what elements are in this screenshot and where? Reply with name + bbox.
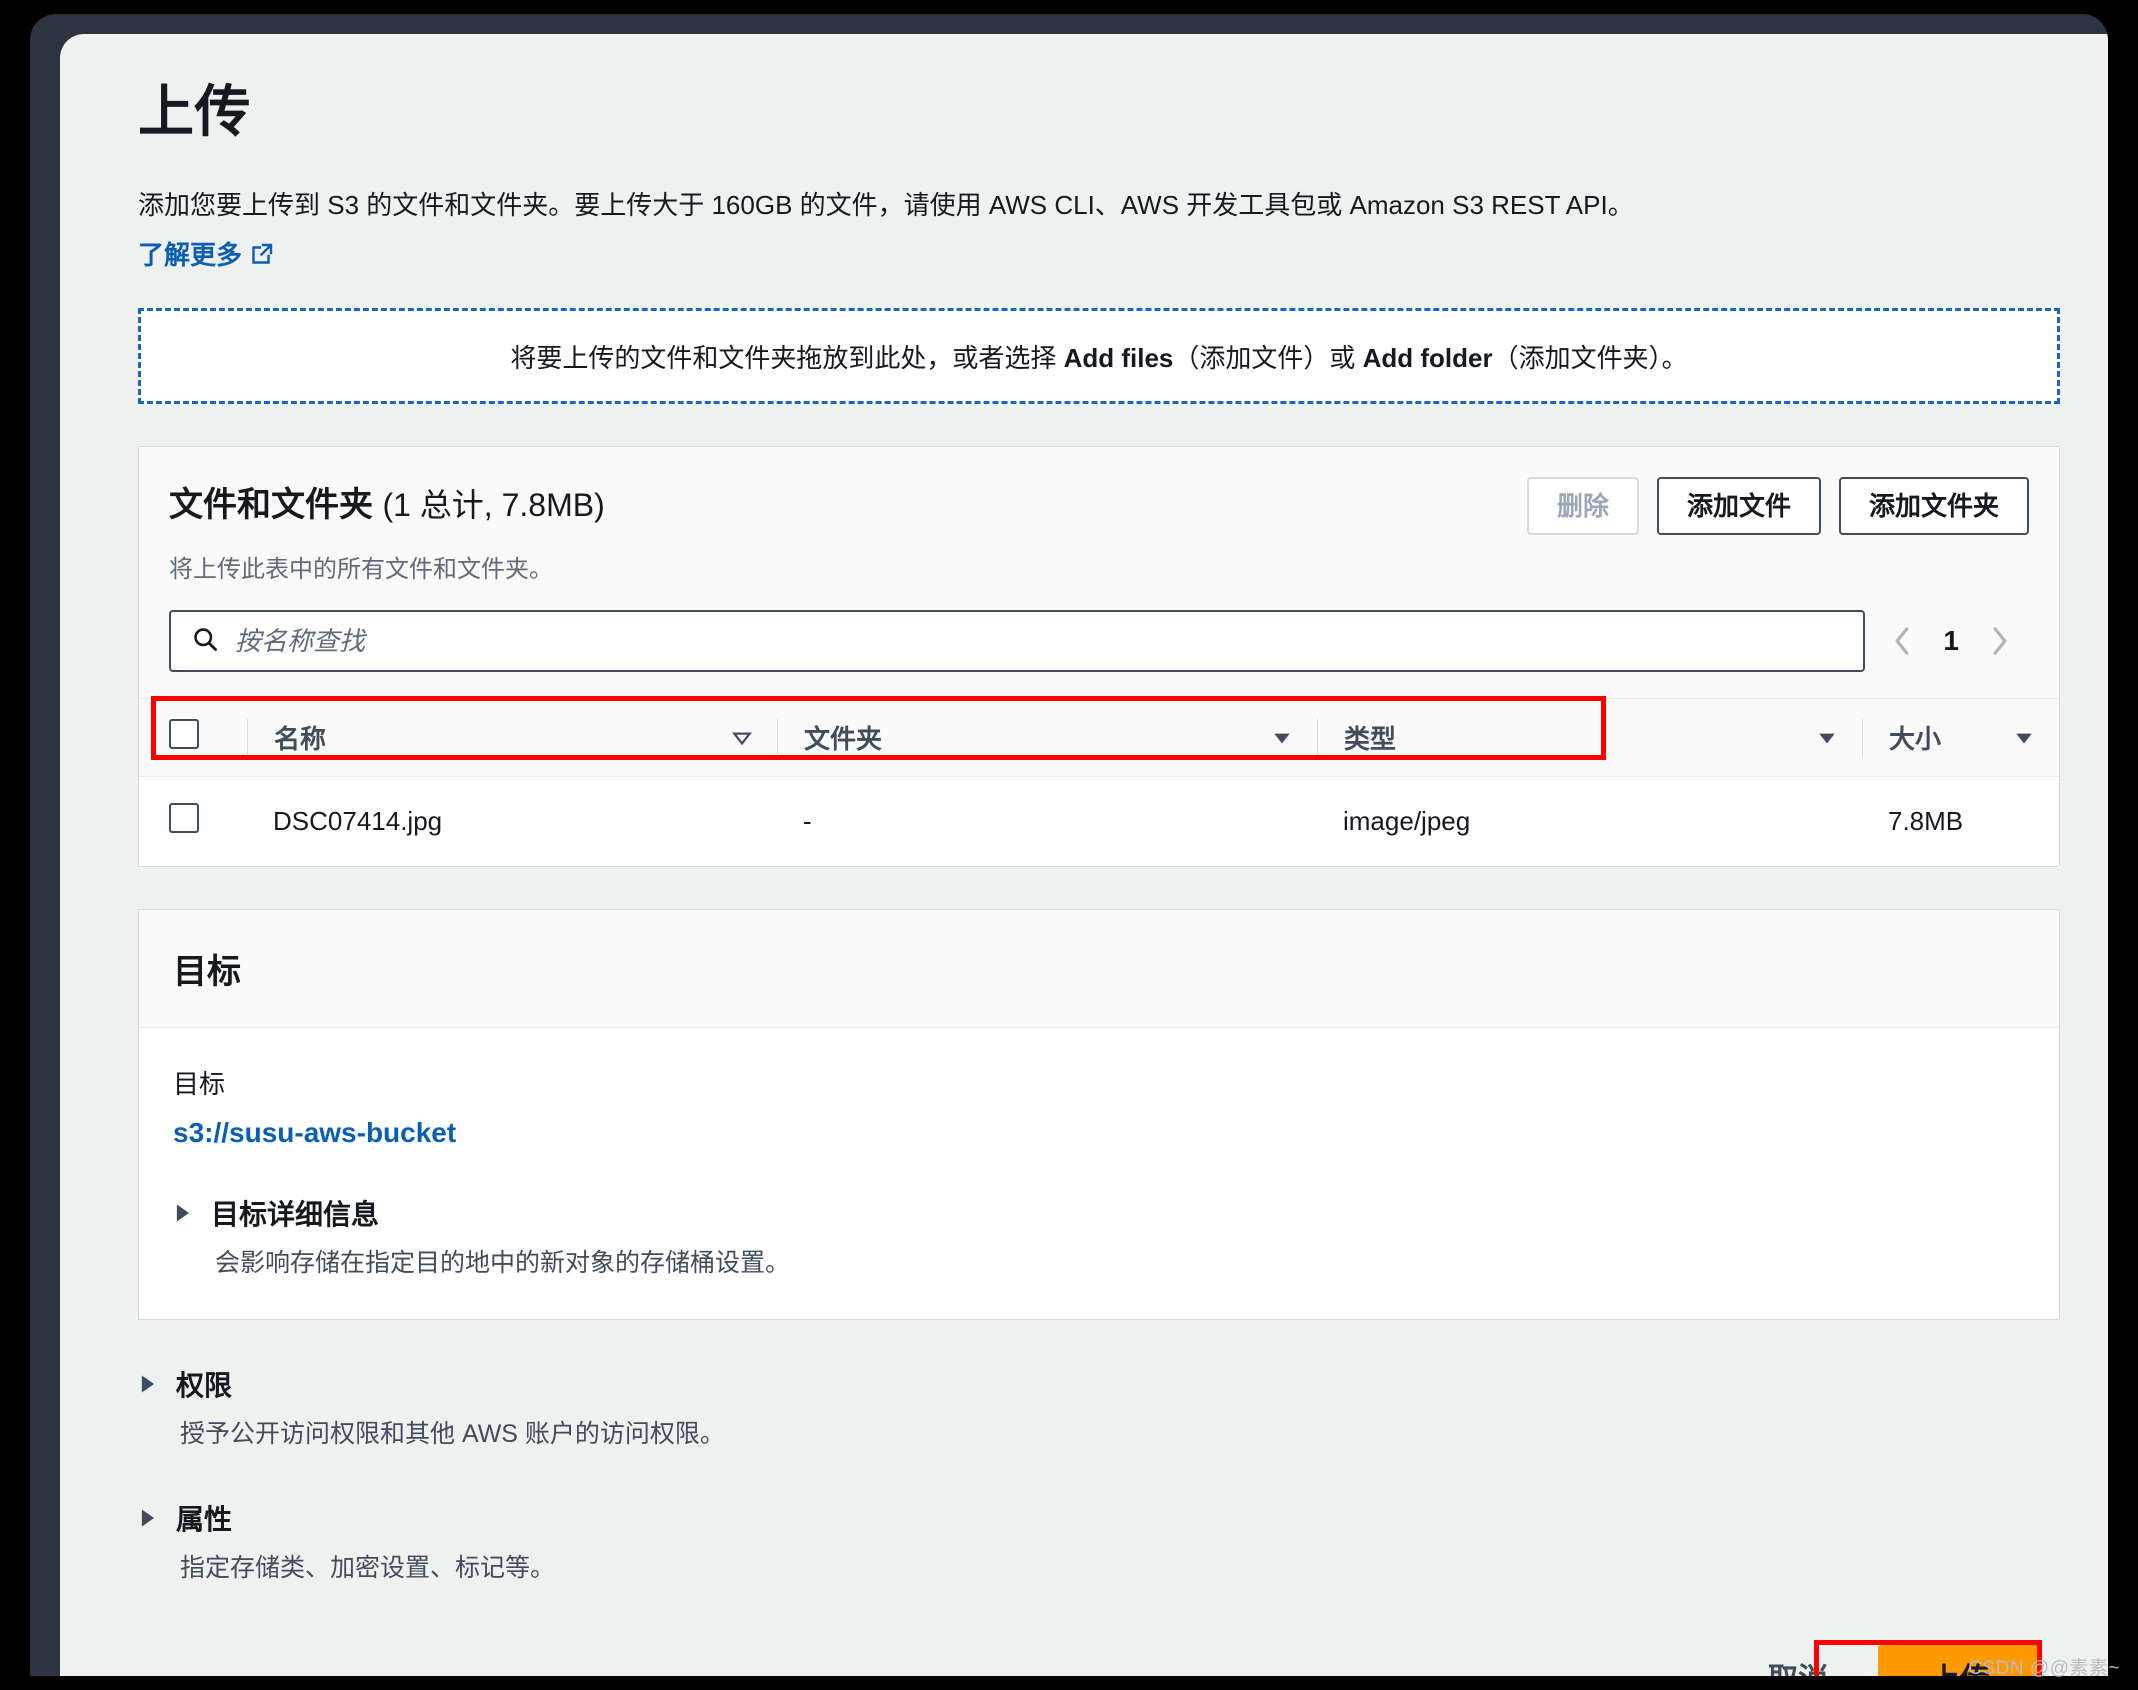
properties-header[interactable]: 属性 xyxy=(138,1498,2060,1538)
cell-type: image/jpeg xyxy=(1317,776,1862,867)
learn-more-link[interactable]: 了解更多 xyxy=(138,235,274,272)
files-and-folders-card: 文件和文件夹 (1 总计, 7.8MB) 删除 添加文件 添加文件夹 将上传此表… xyxy=(138,446,2060,868)
sort-icon-size[interactable] xyxy=(2013,727,2035,749)
properties-title: 属性 xyxy=(176,1504,233,1536)
column-label-name: 名称 xyxy=(274,724,327,755)
permissions-title: 权限 xyxy=(176,1370,233,1402)
page-title: 上传 xyxy=(138,80,251,143)
files-table-wrapper: 名称 文件夹 类型 大小 DSC07414.jpg - image/jpeg 7… xyxy=(139,696,2059,867)
permissions-description: 授予公开访问权限和其他 AWS 账户的访问权限。 xyxy=(180,1420,725,1449)
column-label-folder: 文件夹 xyxy=(804,724,883,755)
file-dropzone[interactable]: 将要上传的文件和文件夹拖放到此处，或者选择 Add files（添加文件）或 A… xyxy=(138,308,2060,405)
browser-window-frame: 上传 添加您要上传到 S3 的文件和文件夹。要上传大于 160GB 的文件，请使… xyxy=(30,14,2108,1676)
select-all-header xyxy=(139,699,247,777)
next-page-icon[interactable] xyxy=(1987,624,2013,658)
cell-size: 7.8MB xyxy=(1862,776,2059,867)
dropzone-add-files-bold: Add files xyxy=(1063,342,1174,373)
destination-details-title: 目标详细信息 xyxy=(211,1199,380,1231)
select-all-checkbox[interactable] xyxy=(169,719,199,750)
files-table: 名称 文件夹 类型 大小 DSC07414.jpg - image/jpeg 7… xyxy=(139,698,2059,867)
destination-details-expander[interactable]: 目标详细信息 会影响存储在指定目的地中的新对象的存储桶设置。 xyxy=(173,1193,2025,1279)
search-icon xyxy=(191,625,219,658)
files-action-buttons: 删除 添加文件 添加文件夹 xyxy=(1526,477,2029,536)
files-table-head: 名称 文件夹 类型 大小 xyxy=(139,698,2059,777)
cancel-button[interactable]: 取消 xyxy=(1762,1654,1834,1676)
files-title-text: 文件和文件夹 xyxy=(169,486,373,525)
chevron-right-icon xyxy=(138,1373,158,1395)
dropzone-text: 将要上传的文件和文件夹拖放到此处，或者选择 Add files（添加文件）或 A… xyxy=(510,338,1687,375)
watermark: CSDN @@素素~ xyxy=(1968,1658,2120,1679)
files-card-title: 文件和文件夹 (1 总计, 7.8MB) xyxy=(169,477,605,526)
column-header-size[interactable]: 大小 xyxy=(1862,699,2059,777)
screenshot-root: 上传 添加您要上传到 S3 的文件和文件夹。要上传大于 160GB 的文件，请使… xyxy=(0,0,2138,1690)
destination-card-title: 目标 xyxy=(139,910,2059,1029)
destination-card-body: 目标 s3://susu-aws-bucket 目标详细信息 会影响存储在指定目… xyxy=(139,1028,2059,1319)
pagination: 1 xyxy=(1889,624,2029,658)
dropzone-text-suffix: （添加文件夹）。 xyxy=(1492,342,1688,373)
row-select-cell xyxy=(139,776,247,867)
search-box[interactable] xyxy=(169,610,1866,673)
properties-expander[interactable]: 属性 指定存储类、加密设置、标记等。 xyxy=(138,1498,2060,1584)
permissions-header[interactable]: 权限 xyxy=(138,1364,2060,1404)
files-count: (1 总计, 7.8MB) xyxy=(382,487,605,524)
remove-button[interactable]: 删除 xyxy=(1526,477,1639,536)
previous-page-icon[interactable] xyxy=(1889,624,1915,658)
bottom-expanders: 权限 授予公开访问权限和其他 AWS 账户的访问权限。 属性 指定存储类、加密设… xyxy=(138,1364,2060,1584)
dropzone-add-folder-bold: Add folder xyxy=(1362,342,1493,373)
files-card-subtitle: 将上传此表中的所有文件和文件夹。 xyxy=(139,535,2059,585)
destination-details-header[interactable]: 目标详细信息 xyxy=(173,1193,2025,1233)
external-link-icon xyxy=(250,242,274,266)
table-header-row: 名称 文件夹 类型 大小 xyxy=(139,698,2059,777)
permissions-expander[interactable]: 权限 授予公开访问权限和其他 AWS 账户的访问权限。 xyxy=(138,1364,2060,1450)
column-label-size: 大小 xyxy=(1889,724,1942,755)
column-header-name[interactable]: 名称 xyxy=(247,699,777,777)
chevron-right-icon xyxy=(173,1202,193,1224)
dropzone-text-mid: （添加文件）或 xyxy=(1173,342,1363,373)
dropzone-text-prefix: 将要上传的文件和文件夹拖放到此处，或者选择 xyxy=(510,342,1064,373)
sort-icon-folder[interactable] xyxy=(1271,727,1293,749)
files-card-header: 文件和文件夹 (1 总计, 7.8MB) 删除 添加文件 添加文件夹 xyxy=(139,447,2059,536)
table-row[interactable]: DSC07414.jpg - image/jpeg 7.8MB xyxy=(139,776,2059,867)
cell-file-name: DSC07414.jpg xyxy=(247,776,777,867)
sort-icon-type[interactable] xyxy=(1816,727,1838,749)
chevron-right-icon xyxy=(138,1507,158,1529)
files-search-row: 1 xyxy=(139,584,2059,699)
page-description: 添加您要上传到 S3 的文件和文件夹。要上传大于 160GB 的文件，请使用 A… xyxy=(138,190,1634,221)
column-header-folder[interactable]: 文件夹 xyxy=(777,699,1317,777)
properties-description: 指定存储类、加密设置、标记等。 xyxy=(180,1554,556,1583)
destination-field-label: 目标 xyxy=(173,1069,226,1100)
column-header-type[interactable]: 类型 xyxy=(1317,699,1862,777)
upload-page: 上传 添加您要上传到 S3 的文件和文件夹。要上传大于 160GB 的文件，请使… xyxy=(60,34,2108,1676)
footer-actions: 取消 上传 xyxy=(60,1636,2042,1676)
window-content: 上传 添加您要上传到 S3 的文件和文件夹。要上传大于 160GB 的文件，请使… xyxy=(60,34,2108,1676)
files-table-body: DSC07414.jpg - image/jpeg 7.8MB xyxy=(139,776,2059,867)
add-files-button[interactable]: 添加文件 xyxy=(1656,477,1821,536)
search-input[interactable] xyxy=(235,625,1844,657)
learn-more-label: 了解更多 xyxy=(138,240,243,271)
row-checkbox[interactable] xyxy=(169,803,199,834)
add-folder-button[interactable]: 添加文件夹 xyxy=(1838,477,2029,536)
destination-card: 目标 目标 s3://susu-aws-bucket 目标详细信息 会影响存储在… xyxy=(138,909,2060,1321)
page-number[interactable]: 1 xyxy=(1943,625,1959,657)
column-label-type: 类型 xyxy=(1344,724,1397,755)
sort-icon-name[interactable] xyxy=(731,727,753,749)
cell-folder: - xyxy=(777,776,1317,867)
destination-details-description: 会影响存储在指定目的地中的新对象的存储桶设置。 xyxy=(215,1249,791,1278)
destination-bucket-link[interactable]: s3://susu-aws-bucket xyxy=(173,1117,2025,1149)
